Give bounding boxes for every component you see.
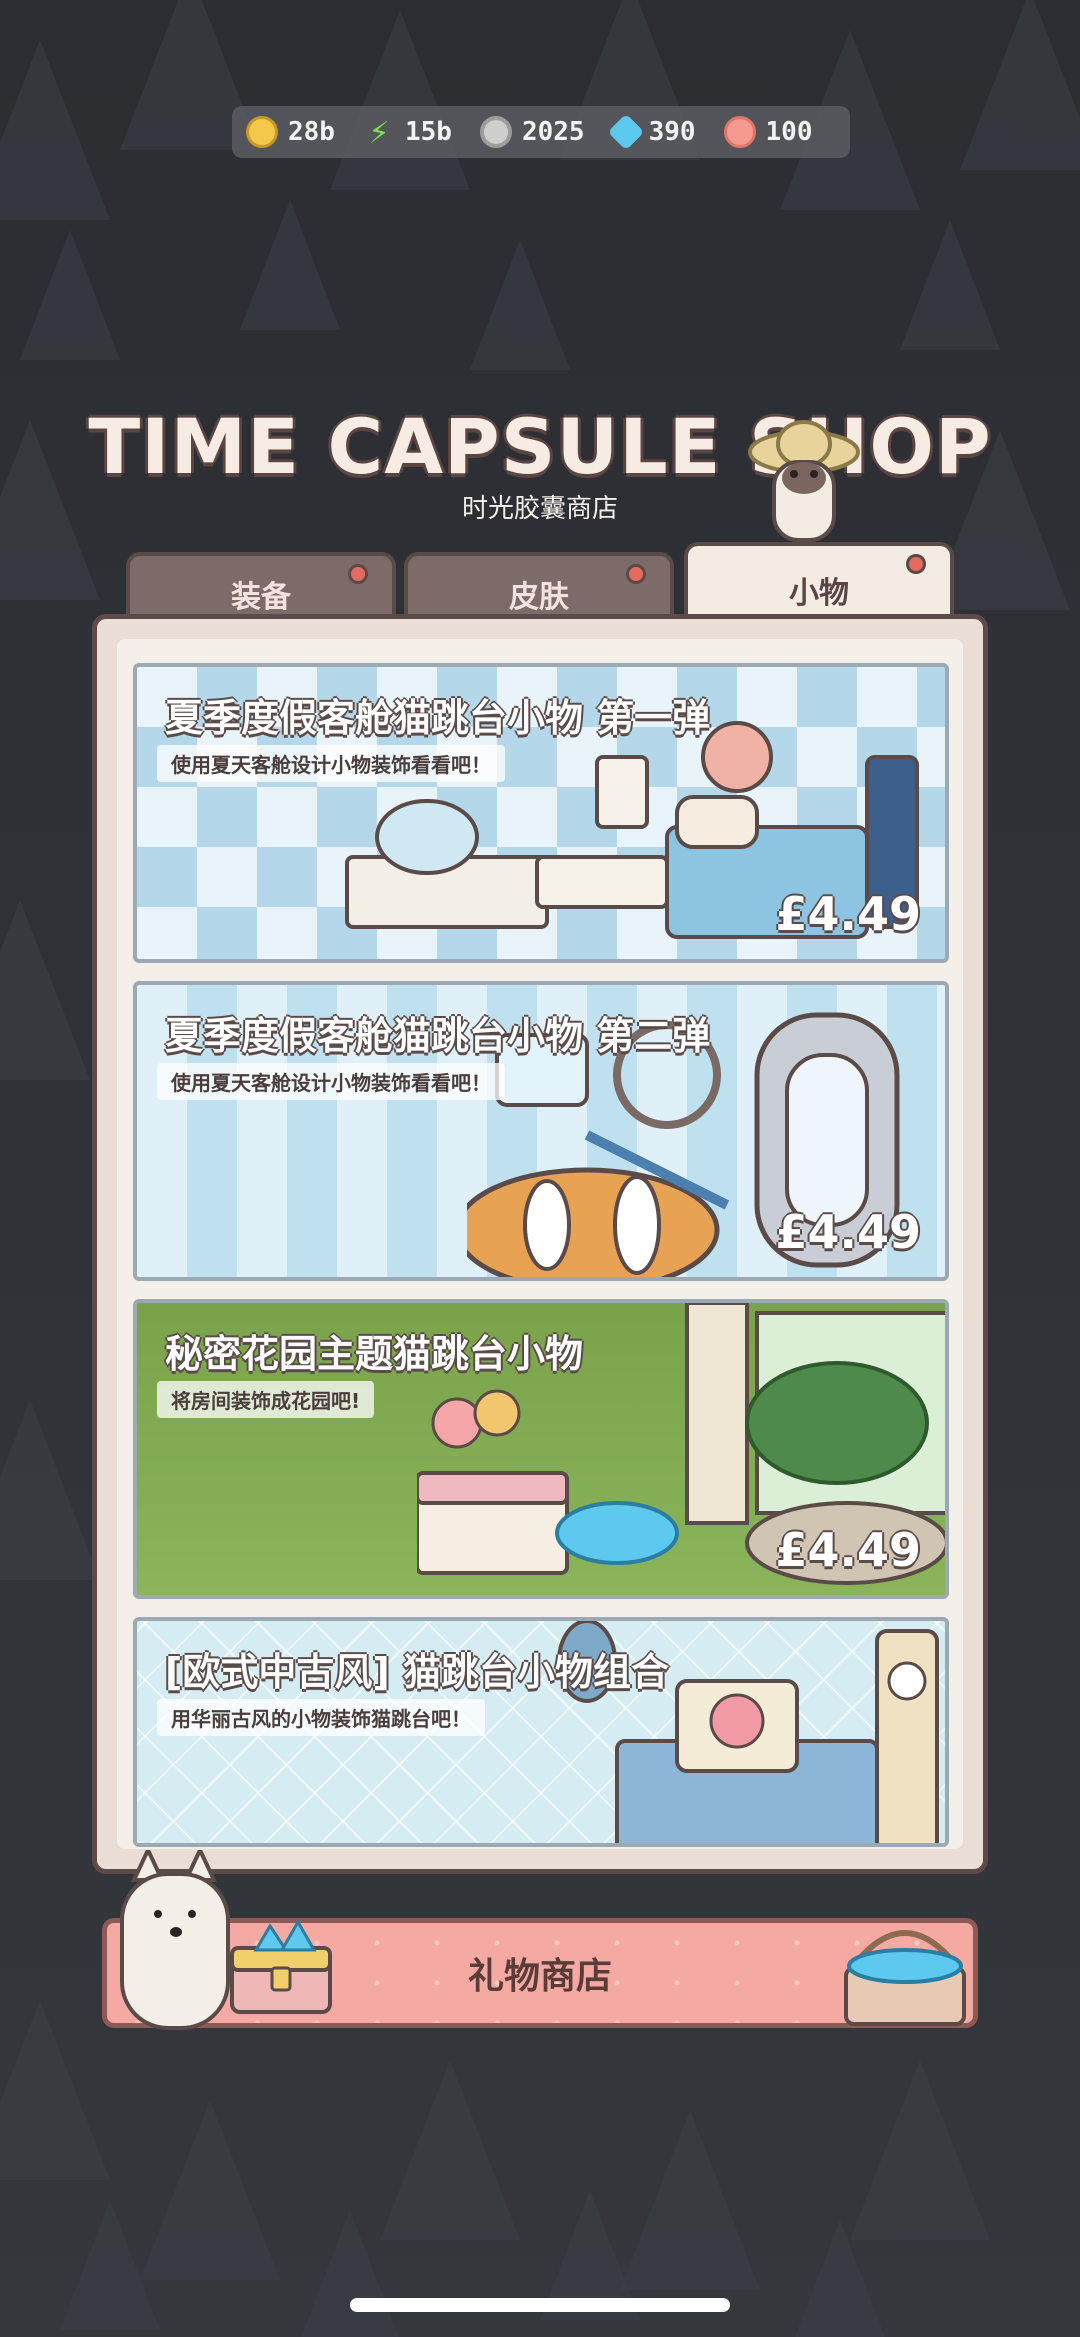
shop-item-card[interactable]: [欧式中古风] 猫跳台小物组合 用华丽古风的小物装饰猫跳台吧！: [133, 1617, 949, 1847]
notification-badge-icon: [906, 554, 926, 574]
currency-value: 28b: [288, 117, 335, 147]
shop-item-card[interactable]: 夏季度假客舱猫跳台小物 第二弹 使用夏天客舱设计小物装饰看看吧！ £4.49: [133, 981, 949, 1281]
currency-value: 100: [765, 117, 813, 147]
nut-icon: [479, 116, 512, 148]
cat-mascot-icon: [120, 1850, 230, 2030]
cat-with-hat-icon: [748, 420, 860, 542]
page-subtitle: 时光胶囊商店: [461, 494, 618, 524]
shop-item-list[interactable]: 夏季度假客舱猫跳台小物 第一弹 使用夏天客舱设计小物装饰看看吧！ £4.49 夏…: [117, 639, 963, 1849]
gem-icon: [607, 113, 644, 151]
item-description: 使用夏天客舱设计小物装饰看看吧！: [157, 1063, 505, 1100]
currency-coins[interactable]: 28b: [246, 116, 335, 148]
item-title: [欧式中古风] 猫跳台小物组合: [165, 1650, 669, 1694]
notification-badge-icon: [626, 564, 646, 584]
item-price: £4.49: [775, 1523, 921, 1577]
item-description: 将房间装饰成花园吧!: [157, 1381, 375, 1418]
currency-bar: 28b ⚡ 15b 2025 390 100: [232, 106, 850, 158]
tab-label: 小物: [789, 576, 849, 611]
item-price: £4.49: [775, 887, 921, 941]
shop-panel: 夏季度假客舱猫跳台小物 第一弹 使用夏天客舱设计小物装饰看看吧！ £4.49 夏…: [92, 614, 988, 1874]
gem-basket-icon: [844, 1930, 966, 2026]
item-title: 秘密花园主题猫跳台小物: [165, 1332, 584, 1376]
shop-item-card[interactable]: 夏季度假客舱猫跳台小物 第一弹 使用夏天客舱设计小物装饰看看吧！ £4.49: [133, 663, 949, 963]
tab-label: 皮肤: [509, 580, 569, 615]
paw-icon: [723, 116, 756, 148]
energy-icon: ⚡: [368, 112, 390, 152]
currency-value: 2025: [521, 117, 585, 147]
item-description: 使用夏天客舱设计小物装饰看看吧！: [157, 745, 505, 782]
gift-shop-label: 礼物商店: [467, 1956, 612, 1997]
item-price: £4.49: [775, 1205, 921, 1259]
currency-nuts[interactable]: 2025: [479, 116, 585, 148]
treasure-chest-icon: [230, 1920, 332, 2014]
item-description: 用华丽古风的小物装饰猫跳台吧！: [157, 1699, 485, 1736]
currency-value: 15b: [404, 117, 452, 147]
currency-gems[interactable]: 390: [607, 113, 696, 151]
item-title: 夏季度假客舱猫跳台小物 第一弹: [165, 696, 711, 740]
currency-value: 390: [648, 117, 696, 147]
item-title: 夏季度假客舱猫跳台小物 第二弹: [165, 1014, 711, 1058]
coin-icon: [246, 116, 278, 148]
shop-item-card[interactable]: 秘密花园主题猫跳台小物 将房间装饰成花园吧! £4.49: [133, 1299, 949, 1599]
currency-paws[interactable]: 100: [723, 116, 813, 148]
tab-label: 装备: [231, 580, 291, 615]
notification-badge-icon: [348, 564, 368, 584]
page-title: TIME CAPSULE SHOP: [88, 402, 992, 491]
currency-energy[interactable]: ⚡ 15b: [363, 112, 452, 152]
home-indicator[interactable]: [350, 2298, 730, 2312]
